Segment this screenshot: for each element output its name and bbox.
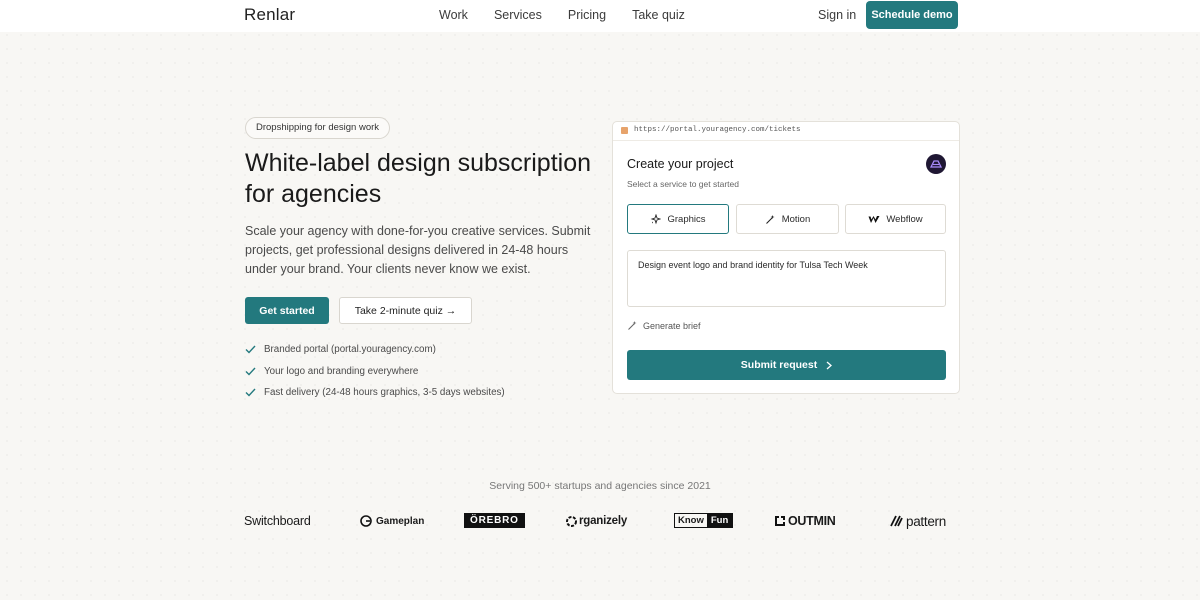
feature-item: Branded portal (portal.youragency.com): [245, 339, 505, 361]
get-started-button[interactable]: Get started: [245, 297, 329, 324]
magic-wand-icon: [628, 321, 637, 330]
outmin-logo: OUTMIN: [774, 510, 836, 532]
trust-statement: Serving 500+ startups and agencies since…: [489, 480, 711, 492]
hero-subtitle: Scale your agency with done-for-you crea…: [245, 224, 591, 276]
generate-brief-button[interactable]: Generate brief: [627, 320, 701, 331]
top-nav: Renlar Work Services Pricing Take quiz S…: [0, 0, 1200, 32]
feature-label: Fast delivery (24-48 hours graphics, 3-5…: [264, 387, 505, 399]
nav-link-work[interactable]: Work: [439, 8, 468, 22]
sparkle-icon: [651, 213, 662, 224]
gameplan-mark-icon: [360, 515, 372, 527]
check-icon: [245, 345, 257, 354]
gameplan-logo: Gameplan: [360, 510, 424, 532]
take-quiz-button[interactable]: Take 2-minute quiz →: [339, 297, 472, 324]
portal-preview-card: https://portal.youragency.com/tickets Cr…: [612, 121, 960, 394]
pattern-mark-icon: [890, 515, 903, 527]
hero-title: White-label design subscription for agen…: [245, 149, 592, 208]
submit-label: Submit request: [740, 359, 818, 371]
organizely-mark-icon: [566, 515, 577, 527]
sign-in-link[interactable]: Sign in: [818, 8, 856, 22]
magic-wand-icon: [765, 214, 775, 224]
site-logo[interactable]: Renlar: [244, 5, 295, 25]
service-label: Webflow: [886, 213, 923, 225]
organizely-logo: rganizely: [565, 510, 627, 532]
feature-item: Your logo and branding everywhere: [245, 361, 505, 383]
client-logo-row: Switchboard Gameplan ÖREBRO rganizely Kn…: [244, 510, 958, 532]
portal-title: Create your project: [627, 157, 734, 171]
chevron-right-icon: [826, 361, 833, 369]
knowfun-logo: Know Fun: [674, 513, 734, 528]
webflow-icon: [868, 215, 880, 223]
portal-url-bar: https://portal.youragency.com/tickets: [621, 126, 801, 134]
feature-item: Fast delivery (24-48 hours graphics, 3-5…: [245, 382, 505, 404]
pattern-logo: pattern: [890, 510, 946, 532]
agency-logo-icon: [930, 160, 942, 168]
service-label: Graphics: [667, 213, 706, 225]
submit-request-button[interactable]: Submit request: [627, 350, 946, 380]
lock-icon: [621, 126, 628, 134]
hero-pill-badge: Dropshipping for design work: [245, 117, 391, 139]
portal-subtitle: Select a service to get started: [627, 179, 739, 189]
outmin-mark-icon: [775, 516, 785, 526]
generate-brief-label: Generate brief: [643, 320, 701, 331]
feature-label: Branded portal (portal.youragency.com): [264, 344, 436, 356]
switchboard-logo: Switchboard: [244, 514, 311, 528]
service-option-motion[interactable]: Motion: [736, 204, 839, 234]
feature-list: Branded portal (portal.youragency.com) Y…: [245, 339, 505, 404]
portal-url: https://portal.youragency.com/tickets: [634, 126, 801, 134]
nav-link-pricing[interactable]: Pricing: [568, 8, 606, 22]
service-option-graphics[interactable]: Graphics: [627, 204, 729, 234]
nav-link-services[interactable]: Services: [494, 8, 542, 22]
schedule-demo-button[interactable]: Schedule demo: [866, 1, 958, 29]
project-brief-textarea[interactable]: Design event logo and brand identity for…: [627, 250, 946, 307]
service-label: Motion: [781, 213, 811, 225]
service-option-webflow[interactable]: Webflow: [845, 204, 946, 234]
nav-links: Work Services Pricing Take quiz: [439, 8, 711, 22]
check-icon: [245, 388, 257, 397]
orebro-logo: ÖREBRO: [464, 513, 525, 528]
check-icon: [245, 367, 257, 376]
avatar[interactable]: [926, 154, 946, 174]
nav-link-take-quiz[interactable]: Take quiz: [632, 8, 685, 22]
divider: [613, 140, 959, 141]
feature-label: Your logo and branding everywhere: [264, 365, 419, 377]
